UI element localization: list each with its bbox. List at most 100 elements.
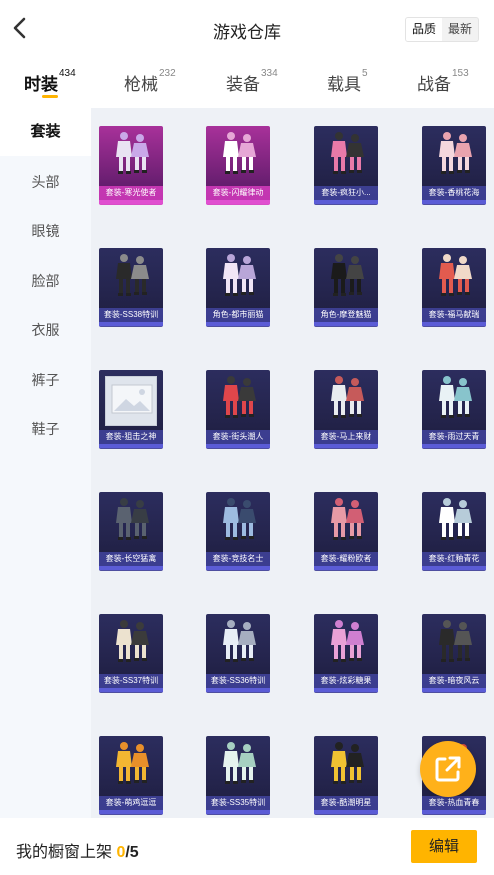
rarity-bar <box>314 688 378 692</box>
rarity-bar <box>99 566 163 570</box>
footer: 我的橱窗上架 0/5 编辑 <box>0 818 494 875</box>
sidebar-item-face[interactable]: 脸部 <box>0 257 91 305</box>
item-card[interactable]: 套装-长空猛禽 <box>99 492 163 570</box>
tab-guns[interactable]: 枪械232 <box>124 68 176 95</box>
item-card[interactable]: 套装-闪耀律动 <box>206 126 270 204</box>
item-name: 套装-暗夜风云 <box>422 674 486 688</box>
outfit-thumbnail <box>99 248 163 304</box>
item-grid: 套装-寒光使者 套装-闪耀律动 套装-疯狂小... 套装-香桃花海套装-SS38特训 角… <box>91 108 494 818</box>
rarity-bar <box>422 810 486 814</box>
item-name: 套装-街头潮人 <box>206 430 270 444</box>
item-name: 套装-热血青春 <box>422 796 486 810</box>
item-card[interactable]: 套装-寒光使者 <box>99 126 163 204</box>
item-name: 套装-马上来财 <box>314 430 378 444</box>
item-name: 套装-SS36特训 <box>206 674 270 688</box>
rarity-bar <box>206 322 270 326</box>
item-card[interactable]: 套装-SS38特训 <box>99 248 163 326</box>
outfit-thumbnail <box>206 492 270 548</box>
item-card[interactable]: 套装-SS37特训 <box>99 614 163 692</box>
item-card[interactable]: 套装-街头潮人 <box>206 370 270 448</box>
outfit-thumbnail <box>99 492 163 548</box>
tab-label: 时装 <box>24 75 58 94</box>
item-card[interactable]: 套装-SS35特训 <box>206 736 270 814</box>
item-card[interactable]: 套装-竞技名士 <box>206 492 270 570</box>
item-name: 套装-SS38特训 <box>99 308 163 322</box>
item-card[interactable]: 角色-摩登魅猫 <box>314 248 378 326</box>
warehouse-screen: 游戏仓库 品质 最新 时装434 枪械232 装备334 载具5 战备153 套… <box>0 0 494 875</box>
item-card[interactable]: 套装-炫彩糖果 <box>314 614 378 692</box>
rarity-bar <box>206 688 270 692</box>
tab-equipment[interactable]: 装备334 <box>226 68 278 95</box>
item-name: 套装-炫彩糖果 <box>314 674 378 688</box>
sidebar-item-head[interactable]: 头部 <box>0 158 91 206</box>
outfit-thumbnail <box>314 248 378 304</box>
item-name: 套装-SS35特训 <box>206 796 270 810</box>
outfit-thumbnail <box>99 370 163 426</box>
outfit-thumbnail <box>422 248 486 304</box>
outfit-thumbnail <box>206 614 270 670</box>
outfit-thumbnail <box>314 736 378 792</box>
outfit-thumbnail <box>314 370 378 426</box>
sidebar-item-clothes[interactable]: 衣服 <box>0 306 91 354</box>
item-name: 套装-香桃花海 <box>422 186 486 200</box>
rarity-bar <box>314 200 378 204</box>
item-name: 角色-都市丽猫 <box>206 308 270 322</box>
item-card[interactable]: 套装-萌鸡逗逗 <box>99 736 163 814</box>
outfit-thumbnail <box>314 614 378 670</box>
sidebar-item-suit[interactable]: 套装 <box>0 108 91 156</box>
tab-vehicles[interactable]: 载具5 <box>327 68 368 95</box>
outfit-thumbnail <box>422 614 486 670</box>
item-card[interactable]: 套装-SS36特训 <box>206 614 270 692</box>
sort-toggle: 品质 最新 <box>405 17 479 42</box>
showcase-total: /5 <box>125 844 139 861</box>
rarity-bar <box>99 200 163 204</box>
tab-count: 434 <box>59 68 76 79</box>
item-card[interactable]: 套装-暗夜风云 <box>422 614 486 692</box>
rarity-bar <box>206 444 270 448</box>
outfit-thumbnail <box>206 736 270 792</box>
active-tab-indicator <box>42 95 58 98</box>
outfit-thumbnail <box>206 370 270 426</box>
share-button[interactable] <box>420 741 476 797</box>
rarity-bar <box>99 444 163 448</box>
tab-count: 232 <box>159 68 176 79</box>
rarity-bar <box>99 322 163 326</box>
item-card[interactable]: 套装-狙击之神 <box>99 370 163 448</box>
showcase-label: 我的橱窗上架 <box>16 844 117 861</box>
outfit-thumbnail <box>206 126 270 182</box>
outfit-thumbnail <box>206 248 270 304</box>
tab-count: 153 <box>452 68 469 79</box>
rarity-bar <box>314 322 378 326</box>
edit-button[interactable]: 编辑 <box>411 830 477 863</box>
tab-fashion[interactable]: 时装434 <box>24 68 76 95</box>
item-card[interactable]: 套装-酷潮明星 <box>314 736 378 814</box>
sort-quality-button[interactable]: 品质 <box>406 18 442 41</box>
item-name: 套装-萌鸡逗逗 <box>99 796 163 810</box>
sidebar-item-glasses[interactable]: 眼镜 <box>0 207 91 255</box>
item-name: 套装-长空猛禽 <box>99 552 163 566</box>
header: 游戏仓库 品质 最新 <box>0 0 494 58</box>
sort-latest-button[interactable]: 最新 <box>442 18 478 41</box>
rarity-bar <box>99 810 163 814</box>
item-name: 套装-闪耀律动 <box>206 186 270 200</box>
tab-supplies[interactable]: 战备153 <box>417 68 469 95</box>
category-tabs: 时装434 枪械232 装备334 载具5 战备153 <box>0 58 494 108</box>
item-card[interactable]: 套装-红釉青花 <box>422 492 486 570</box>
rarity-bar <box>206 200 270 204</box>
item-card[interactable]: 套装-香桃花海 <box>422 126 486 204</box>
item-card[interactable]: 套装-福马献瑞 <box>422 248 486 326</box>
rarity-bar <box>99 688 163 692</box>
item-name: 套装-雨过天青 <box>422 430 486 444</box>
item-name: 套装-竞技名士 <box>206 552 270 566</box>
item-card[interactable]: 套装-疯狂小... <box>314 126 378 204</box>
item-card[interactable]: 角色-都市丽猫 <box>206 248 270 326</box>
item-card[interactable]: 套装-耀粉欧者 <box>314 492 378 570</box>
item-card[interactable]: 套装-雨过天青 <box>422 370 486 448</box>
item-name: 套装-福马献瑞 <box>422 308 486 322</box>
image-placeholder-icon <box>105 376 157 426</box>
tab-label: 枪械 <box>124 75 158 94</box>
sidebar-item-pants[interactable]: 裤子 <box>0 356 91 404</box>
sidebar-item-shoes[interactable]: 鞋子 <box>0 405 91 453</box>
item-card[interactable]: 套装-马上来财 <box>314 370 378 448</box>
rarity-bar <box>206 810 270 814</box>
